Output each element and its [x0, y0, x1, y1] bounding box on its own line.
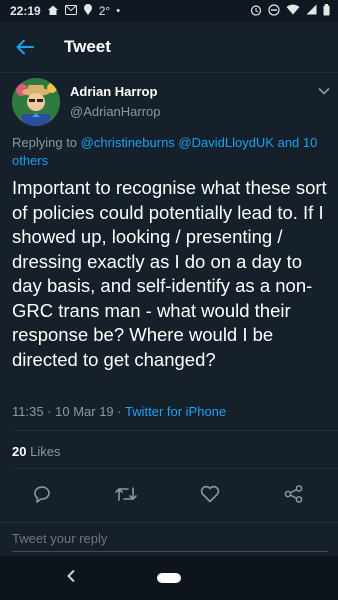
- tweet-meta: 11:35 · 10 Mar 19 · Twitter for iPhone: [12, 404, 226, 419]
- avatar[interactable]: [12, 78, 60, 126]
- status-bar: 22:19 2° •: [0, 0, 338, 22]
- page-title: Tweet: [64, 37, 111, 56]
- clock: 22:19: [10, 4, 41, 18]
- nav-back-icon[interactable]: [66, 569, 76, 588]
- share-icon[interactable]: [278, 478, 310, 510]
- timestamp: 11:35 · 10 Mar 19 ·: [12, 404, 125, 419]
- author-handle[interactable]: @AdrianHarrop: [70, 104, 161, 119]
- gmail-icon: [64, 4, 77, 18]
- source-link[interactable]: Twitter for iPhone: [125, 404, 226, 419]
- retweet-icon[interactable]: [110, 478, 142, 510]
- tweet-text: Important to recognise what these sort o…: [12, 177, 327, 370]
- home-icon: [47, 4, 59, 19]
- like-icon[interactable]: [194, 478, 226, 510]
- divider: [12, 468, 338, 469]
- replying-to: Replying to @christineburns @DavidLloydU…: [12, 134, 328, 170]
- temperature: 2°: [98, 4, 111, 18]
- chevron-down-icon[interactable]: [318, 82, 330, 100]
- nav-home-pill[interactable]: [157, 573, 181, 583]
- wifi-icon: [286, 4, 300, 18]
- battery-icon: [323, 3, 330, 19]
- likes-label: Likes: [30, 444, 61, 459]
- signal-icon: [306, 4, 317, 18]
- likes-stat[interactable]: 20 Likes: [12, 444, 60, 459]
- reply-input[interactable]: [12, 531, 326, 546]
- action-bar: [0, 478, 338, 510]
- alarm-icon: [250, 4, 262, 19]
- tweet-header: Adrian Harrop @AdrianHarrop: [12, 78, 330, 128]
- divider: [12, 430, 338, 431]
- back-arrow-icon[interactable]: [14, 36, 36, 58]
- dot-icon: •: [116, 5, 121, 17]
- dnd-icon: [268, 3, 280, 19]
- author-name[interactable]: Adrian Harrop: [70, 84, 157, 99]
- reply-icon[interactable]: [26, 478, 58, 510]
- likes-count: 20: [12, 444, 27, 459]
- replying-prefix: Replying to: [12, 135, 78, 150]
- reply-underline: [12, 551, 328, 552]
- system-nav-bar: [0, 556, 338, 600]
- app-bar: Tweet: [0, 22, 338, 73]
- location-icon: [83, 3, 93, 19]
- reply-bar: [0, 522, 338, 555]
